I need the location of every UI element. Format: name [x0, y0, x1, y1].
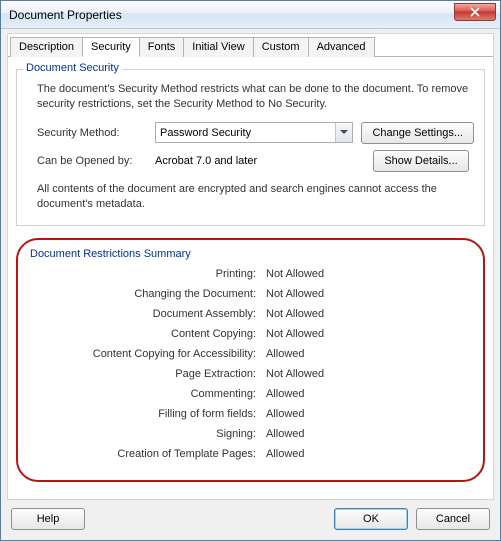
tabpage-security: Document Security The document's Securit…: [8, 57, 493, 499]
summary-key: Document Assembly:: [28, 308, 266, 320]
summary-key: Content Copying:: [28, 328, 266, 340]
summary-value: Allowed: [266, 428, 305, 440]
summary-row: Filling of form fields:Allowed: [28, 408, 473, 420]
summary-key: Changing the Document:: [28, 288, 266, 300]
opened-by-label: Can be Opened by:: [37, 155, 147, 167]
summary-value: Allowed: [266, 448, 305, 460]
document-security-group: Document Security The document's Securit…: [16, 69, 485, 226]
tab-fonts[interactable]: Fonts: [139, 37, 185, 57]
security-method-row: Security Method: Password Security Chang…: [37, 122, 474, 144]
tab-security[interactable]: Security: [82, 37, 140, 57]
summary-row: Commenting:Allowed: [28, 388, 473, 400]
summary-row: Document Assembly:Not Allowed: [28, 308, 473, 320]
dialog-window: Document Properties Description Security…: [0, 0, 501, 541]
show-details-button[interactable]: Show Details...: [373, 150, 469, 172]
summary-key: Signing:: [28, 428, 266, 440]
summary-key: Commenting:: [28, 388, 266, 400]
summary-value: Allowed: [266, 408, 305, 420]
summary-key: Filling of form fields:: [28, 408, 266, 420]
summary-value: Not Allowed: [266, 288, 324, 300]
summary-row: Creation of Template Pages:Allowed: [28, 448, 473, 460]
encryption-note: All contents of the document are encrypt…: [37, 182, 474, 212]
tab-custom[interactable]: Custom: [253, 37, 309, 57]
summary-key: Printing:: [28, 268, 266, 280]
summary-value: Not Allowed: [266, 268, 324, 280]
group-title: Document Security: [23, 62, 122, 74]
help-button[interactable]: Help: [11, 508, 85, 530]
summary-row: Signing:Allowed: [28, 428, 473, 440]
close-button[interactable]: [454, 3, 496, 21]
cancel-button[interactable]: Cancel: [416, 508, 490, 530]
summary-row: Content Copying for Accessibility:Allowe…: [28, 348, 473, 360]
summary-key: Content Copying for Accessibility:: [28, 348, 266, 360]
tab-description[interactable]: Description: [10, 37, 83, 57]
summary-key: Page Extraction:: [28, 368, 266, 380]
security-method-select[interactable]: Password Security: [155, 122, 353, 143]
security-method-value: Password Security: [160, 127, 251, 139]
summary-row: Page Extraction:Not Allowed: [28, 368, 473, 380]
opened-by-value: Acrobat 7.0 and later: [155, 155, 365, 167]
ok-button[interactable]: OK: [334, 508, 408, 530]
summary-key: Creation of Template Pages:: [28, 448, 266, 460]
restrictions-summary: Document Restrictions Summary Printing:N…: [16, 238, 485, 482]
summary-value: Allowed: [266, 388, 305, 400]
dialog-footer: Help OK Cancel: [1, 500, 500, 540]
opened-by-row: Can be Opened by: Acrobat 7.0 and later …: [37, 150, 474, 172]
summary-value: Not Allowed: [266, 308, 324, 320]
summary-row: Content Copying:Not Allowed: [28, 328, 473, 340]
summary-row: Printing:Not Allowed: [28, 268, 473, 280]
tab-initial-view[interactable]: Initial View: [183, 37, 253, 57]
chevron-down-icon: [335, 123, 352, 142]
tab-advanced[interactable]: Advanced: [308, 37, 375, 57]
close-icon: [470, 7, 480, 17]
summary-title: Document Restrictions Summary: [30, 248, 473, 260]
client-area: Description Security Fonts Initial View …: [7, 33, 494, 500]
summary-row: Changing the Document:Not Allowed: [28, 288, 473, 300]
summary-value: Not Allowed: [266, 328, 324, 340]
summary-value: Not Allowed: [266, 368, 324, 380]
summary-rows: Printing:Not AllowedChanging the Documen…: [28, 268, 473, 460]
titlebar: Document Properties: [1, 1, 500, 29]
change-settings-button[interactable]: Change Settings...: [361, 122, 474, 144]
security-method-label: Security Method:: [37, 127, 147, 139]
tabstrip: Description Security Fonts Initial View …: [8, 34, 493, 57]
summary-value: Allowed: [266, 348, 305, 360]
security-description: The document's Security Method restricts…: [37, 82, 474, 112]
window-title: Document Properties: [9, 8, 454, 22]
